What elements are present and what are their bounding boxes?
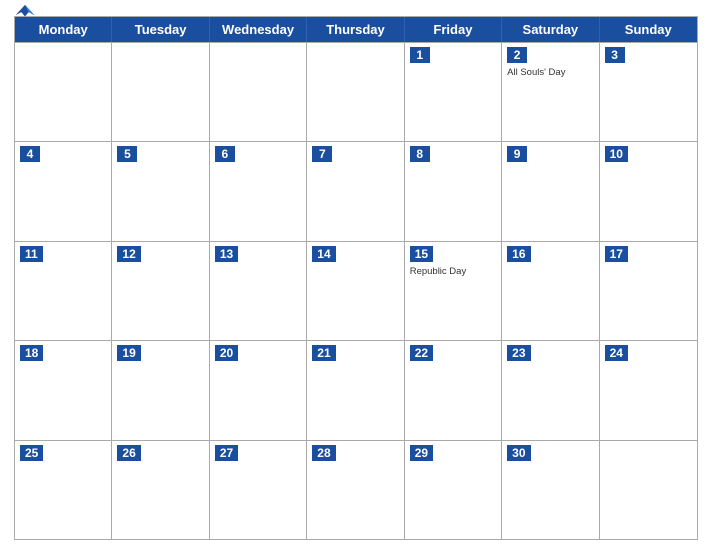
day-number: 26: [117, 445, 140, 461]
day-cell: 20: [210, 341, 307, 439]
day-cell: 21: [307, 341, 404, 439]
day-cell: 9: [502, 142, 599, 240]
day-number: 11: [20, 246, 43, 262]
day-cell: [210, 43, 307, 141]
day-number: 4: [20, 146, 40, 162]
day-number: 12: [117, 246, 140, 262]
holiday-label: Republic Day: [410, 266, 496, 277]
day-header-saturday: Saturday: [502, 17, 599, 42]
day-cell: 11: [15, 242, 112, 340]
day-number: 24: [605, 345, 628, 361]
day-cell: [15, 43, 112, 141]
day-cell: 10: [600, 142, 697, 240]
day-header-friday: Friday: [405, 17, 502, 42]
day-number: 15: [410, 246, 433, 262]
day-cell: 1: [405, 43, 502, 141]
day-cell: [112, 43, 209, 141]
day-cell: [307, 43, 404, 141]
day-headers-row: MondayTuesdayWednesdayThursdayFridaySatu…: [15, 17, 697, 42]
day-cell: 13: [210, 242, 307, 340]
weeks-container: 12All Souls' Day3456789101112131415Repub…: [15, 42, 697, 539]
day-cell: 25: [15, 441, 112, 539]
day-header-thursday: Thursday: [307, 17, 404, 42]
day-number: 20: [215, 345, 238, 361]
day-number: 8: [410, 146, 430, 162]
day-cell: 22: [405, 341, 502, 439]
day-number: 1: [410, 47, 430, 63]
day-cell: 26: [112, 441, 209, 539]
day-cell: 6: [210, 142, 307, 240]
week-row-5: 25 26 27 28 29 30: [15, 440, 697, 539]
day-number: 2: [507, 47, 527, 63]
week-row-4: 18 19 20 21 22 23 24: [15, 340, 697, 439]
logo-icon: [14, 2, 36, 18]
day-cell: 29: [405, 441, 502, 539]
day-number: 9: [507, 146, 527, 162]
day-number: 30: [507, 445, 530, 461]
week-row-3: 11 12 13 14 15 Republic Day 16 17: [15, 241, 697, 340]
holiday-label: All Souls' Day: [507, 67, 593, 78]
day-cell: 15 Republic Day: [405, 242, 502, 340]
day-cell: 3: [600, 43, 697, 141]
day-cell: 7: [307, 142, 404, 240]
day-number: 28: [312, 445, 335, 461]
day-cell: 5: [112, 142, 209, 240]
day-cell: 16: [502, 242, 599, 340]
day-cell: 8: [405, 142, 502, 240]
day-cell: 28: [307, 441, 404, 539]
day-header-wednesday: Wednesday: [210, 17, 307, 42]
day-number: 7: [312, 146, 332, 162]
calendar-grid: MondayTuesdayWednesdayThursdayFridaySatu…: [14, 16, 698, 540]
day-cell: 30: [502, 441, 599, 539]
day-header-monday: Monday: [15, 17, 112, 42]
day-number: 25: [20, 445, 43, 461]
day-number: 5: [117, 146, 137, 162]
day-header-sunday: Sunday: [600, 17, 697, 42]
day-number: 22: [410, 345, 433, 361]
day-number: 18: [20, 345, 43, 361]
day-cell: 12: [112, 242, 209, 340]
day-cell: 18: [15, 341, 112, 439]
day-number: 13: [215, 246, 238, 262]
day-number: 17: [605, 246, 628, 262]
day-header-tuesday: Tuesday: [112, 17, 209, 42]
week-row-2: 4 5 6 7 8 9 10: [15, 141, 697, 240]
day-number: 14: [312, 246, 335, 262]
day-number: 3: [605, 47, 625, 63]
day-cell: 14: [307, 242, 404, 340]
day-cell: 19: [112, 341, 209, 439]
day-cell: 27: [210, 441, 307, 539]
day-cell: 17: [600, 242, 697, 340]
day-number: 19: [117, 345, 140, 361]
week-row-1: 1 2 All Souls' Day 3: [15, 42, 697, 141]
day-number: 21: [312, 345, 335, 361]
day-cell: 23: [502, 341, 599, 439]
day-number: 10: [605, 146, 628, 162]
day-number: 6: [215, 146, 235, 162]
day-cell: 2 All Souls' Day: [502, 43, 599, 141]
day-cell: 24: [600, 341, 697, 439]
calendar-page: MondayTuesdayWednesdayThursdayFridaySatu…: [0, 0, 712, 550]
day-cell: 4: [15, 142, 112, 240]
day-number: 16: [507, 246, 530, 262]
day-number: 27: [215, 445, 238, 461]
day-cell: [600, 441, 697, 539]
day-number: 23: [507, 345, 530, 361]
logo: [14, 2, 36, 18]
day-number: 29: [410, 445, 433, 461]
